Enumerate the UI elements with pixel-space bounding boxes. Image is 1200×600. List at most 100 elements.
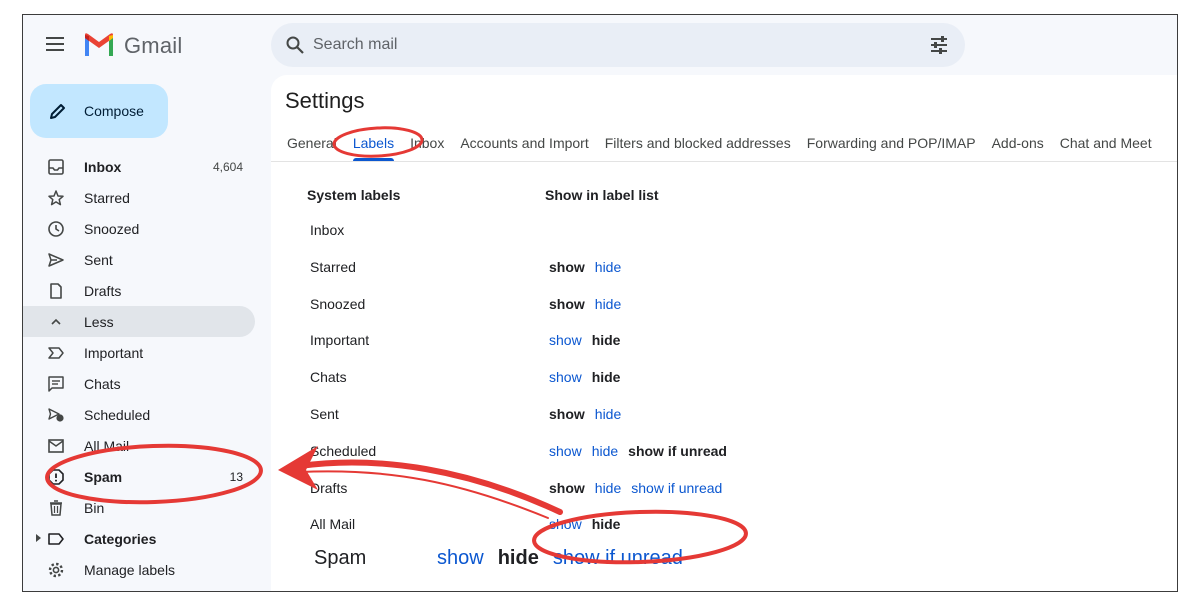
clock-icon: [48, 221, 64, 237]
sidebar-item-chats[interactable]: Chats: [23, 368, 255, 399]
option-hide-link[interactable]: hide: [595, 406, 621, 422]
sidebar-item-categories[interactable]: Categories: [23, 523, 255, 554]
sidebar-item-drafts[interactable]: Drafts: [23, 275, 255, 306]
option-show-link[interactable]: show: [549, 443, 582, 459]
label-visibility-options: show hide: [549, 259, 631, 275]
label-name: Inbox: [310, 222, 345, 238]
sidebar-nav: Inbox 4,604 Starred Snoozed Sent Drafts Less Im…: [23, 151, 263, 585]
label-visibility-options: show hide show if unread: [549, 443, 737, 459]
sidebar-item-label: Drafts: [84, 283, 122, 299]
chat-icon: [48, 376, 64, 392]
settings-panel: Settings General Labels Inbox Accounts and …: [271, 75, 1177, 591]
option-show-link[interactable]: show: [549, 590, 582, 591]
label-row-starred: Starred show hide: [271, 249, 1177, 286]
menu-bar: [46, 43, 64, 45]
option-show-link[interactable]: show: [549, 332, 582, 348]
option-hide-selected: hide: [591, 369, 621, 386]
option-show-link[interactable]: show: [437, 547, 484, 569]
tab-accounts-and-import[interactable]: Accounts and Import: [452, 131, 596, 161]
sidebar-item-label: Important: [84, 345, 144, 361]
gmail-window: Gmail Compose Inbox4,604StarredSnoozedSe…: [22, 14, 1178, 592]
tab-chat-and-meet[interactable]: Chat and Meet: [1052, 131, 1160, 161]
option-hide-selected: hide: [591, 516, 621, 533]
option-show-selected: show: [549, 258, 585, 275]
menu-bar: [46, 37, 64, 39]
menu-bar: [46, 49, 64, 51]
option-hide-link[interactable]: hide: [595, 259, 621, 275]
column-header-show-in-label-list: Show in label list: [545, 187, 659, 203]
sidebar-item-scheduled[interactable]: Scheduled: [23, 399, 255, 430]
option-show-if-unread-link[interactable]: show if unread: [553, 547, 683, 569]
sidebar-item-label: Bin: [84, 500, 105, 516]
gmail-brand-text: Gmail: [124, 33, 183, 58]
all-mail-icon: [48, 439, 64, 453]
column-header-system-labels: System labels: [307, 187, 401, 203]
inbox-icon: [48, 159, 64, 175]
option-show-if-unread-link[interactable]: show if unread: [631, 480, 722, 496]
label-row-spam: Spam show hide show if unread: [271, 543, 1177, 580]
label-name: Drafts: [310, 479, 348, 496]
option-show-link[interactable]: show: [549, 369, 582, 385]
tab-labels[interactable]: Labels: [345, 131, 402, 161]
label-name: All Mail: [310, 516, 356, 533]
sidebar-item-snoozed[interactable]: Snoozed: [23, 213, 255, 244]
chevron-up-icon: [51, 318, 61, 325]
main-menu-button[interactable]: [43, 33, 67, 57]
sidebar-item-sent[interactable]: Sent: [23, 244, 255, 275]
sidebar-item-bin[interactable]: Bin: [23, 492, 255, 523]
option-show-selected: show: [549, 295, 585, 312]
sidebar-item-important[interactable]: Important: [23, 337, 255, 368]
label-visibility-options: show hide: [549, 296, 631, 312]
compose-button[interactable]: Compose: [30, 84, 168, 138]
search-options-icon[interactable]: [929, 35, 949, 55]
label-row-snoozed: Snoozed show hide: [271, 286, 1177, 323]
label-name: Spam: [314, 547, 367, 570]
sidebar-item-starred[interactable]: Starred: [23, 182, 255, 213]
label-row-drafts: Drafts show hide show if unread: [271, 470, 1177, 507]
sidebar-item-less[interactable]: Less: [23, 306, 255, 337]
tab-inbox[interactable]: Inbox: [402, 131, 452, 161]
label-name: Starred: [310, 258, 356, 275]
bin-icon: [50, 500, 62, 516]
search-icon[interactable]: [285, 35, 305, 55]
label-row-all-mail: All Mail show hide: [271, 506, 1177, 543]
label-visibility-options: show hide: [549, 369, 630, 385]
sidebar-item-label: Sent: [84, 252, 113, 268]
sidebar-item-label: Chats: [84, 376, 121, 392]
label-icon: [48, 533, 64, 545]
label-row-inbox: Inbox: [271, 212, 1177, 249]
gmail-logo-icon[interactable]: [83, 32, 115, 58]
label-name: Chats: [310, 369, 347, 386]
important-icon: [48, 347, 64, 359]
sidebar-item-manage-labels[interactable]: Manage labels: [23, 554, 255, 585]
sidebar-item-label: Starred: [84, 190, 130, 206]
unread-count: 13: [229, 470, 243, 484]
label-name: Scheduled: [310, 442, 377, 459]
label-name: Sent: [310, 405, 339, 422]
spam-icon: [48, 469, 64, 485]
option-hide-selected: hide: [591, 332, 621, 349]
tab-filters-and-blocked-addresses[interactable]: Filters and blocked addresses: [597, 131, 799, 161]
option-hide-link[interactable]: hide: [592, 443, 618, 459]
sidebar-item-inbox[interactable]: Inbox 4,604: [23, 151, 255, 182]
sidebar-item-spam[interactable]: Spam 13: [23, 461, 255, 492]
label-name: Bin: [310, 590, 330, 591]
sidebar-item-all-mail[interactable]: All Mail: [23, 430, 255, 461]
label-row-scheduled: Scheduled show hide show if unread: [271, 433, 1177, 470]
label-name: Snoozed: [310, 295, 366, 312]
unread-count: 4,604: [212, 160, 243, 174]
option-hide-link[interactable]: hide: [595, 480, 621, 496]
option-show-link[interactable]: show: [549, 516, 582, 532]
tab-add-ons[interactable]: Add-ons: [984, 131, 1052, 161]
search-input[interactable]: [313, 23, 903, 67]
label-visibility-options: show hide: [549, 406, 631, 422]
tab-forwarding-and-pop-imap[interactable]: Forwarding and POP/IMAP: [799, 131, 984, 161]
send-icon: [48, 253, 64, 267]
search-bar[interactable]: [271, 23, 965, 67]
sidebar-item-label: Manage labels: [84, 562, 176, 578]
option-hide-link[interactable]: hide: [595, 296, 621, 312]
label-visibility-options: show hide show if unread: [549, 480, 732, 496]
system-label-list: Inbox Starred show hide Snoozed show hide Impor…: [271, 212, 1177, 591]
tab-general[interactable]: General: [279, 131, 345, 161]
expand-caret-icon[interactable]: [36, 534, 41, 542]
